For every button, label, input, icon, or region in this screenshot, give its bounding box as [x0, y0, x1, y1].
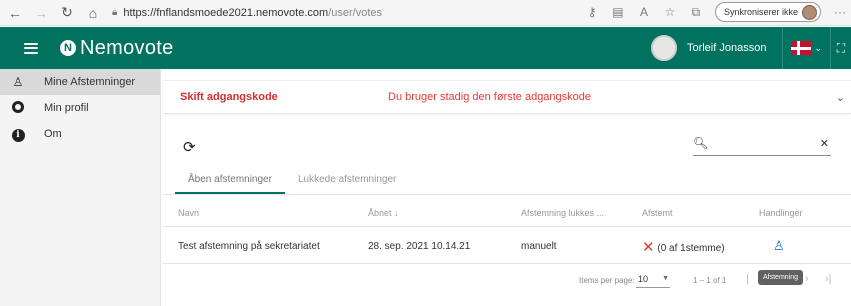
page-range: 1 – 1 of 1	[693, 276, 727, 285]
sidebar-item-mine-afstemninger[interactable]: ♙ Mine Afstemninger	[0, 69, 160, 95]
back-icon[interactable]: ←	[4, 2, 26, 24]
reload-icon[interactable]: ↻	[56, 2, 78, 24]
last-page-icon[interactable]: ›|	[825, 273, 832, 285]
home-icon[interactable]: ⌂	[82, 2, 104, 24]
tab-closed-votes[interactable]: Lukkede afstemninger	[285, 168, 409, 194]
address-bar[interactable]: https://fnflandsmoede2021.nemovote.com/u…	[123, 7, 382, 19]
vote-name: Test afstemning på sekretariatet	[178, 241, 320, 252]
vote-closes: manuelt	[521, 241, 557, 252]
column-header-name[interactable]: Navn	[178, 208, 199, 218]
sort-arrow-icon: ↓	[394, 208, 399, 218]
items-per-page-select[interactable]: 10 ▼	[636, 272, 670, 288]
vote-tabs: Åben afstemninger Lukkede afstemninger	[175, 168, 409, 194]
reader-view-icon[interactable]: ▤	[611, 5, 625, 19]
chevron-down-icon[interactable]: ⌄	[836, 91, 845, 104]
vote-action-icon[interactable]: ♙	[773, 238, 785, 254]
language-selector[interactable]: ⌄	[782, 27, 831, 69]
votes-card: ⟳ 🔍︎ ✕ Åben afstemninger Lukkede afstemn…	[163, 122, 851, 306]
logo-badge: N	[60, 40, 76, 56]
close-icon[interactable]: ✕	[820, 137, 829, 150]
sidebar-item-label: Min profil	[44, 102, 89, 114]
danish-flag-icon	[791, 41, 812, 55]
table-row[interactable]: Test afstemning på sekretariatet 28. sep…	[163, 228, 851, 264]
column-header-actions: Handlinger	[759, 208, 803, 218]
collections-icon[interactable]: ⧉	[689, 5, 703, 20]
user-name[interactable]: Torleif Jonasson	[687, 42, 767, 54]
forward-icon[interactable]: →	[30, 2, 52, 24]
vote-opened: 28. sep. 2021 10.14.21	[368, 241, 471, 252]
key-icon[interactable]: ⚷	[585, 5, 599, 19]
browser-profile-avatar	[802, 4, 817, 20]
sidebar: ♙ Mine Afstemninger Min profil i Om	[0, 69, 161, 306]
chevron-down-icon: ⌄	[814, 42, 822, 53]
read-aloud-icon[interactable]: A	[637, 5, 651, 19]
table-header: Navn Åbnet ↓ Afstemning lukkes ... Afste…	[163, 195, 851, 227]
dropdown-arrow-icon: ▼	[662, 275, 669, 282]
search-input[interactable]	[715, 136, 805, 152]
search-icon: 🔍︎	[693, 136, 709, 150]
sidebar-item-label: Mine Afstemninger	[44, 76, 136, 88]
vote-status-text: (0 af 1stemme)	[657, 243, 725, 254]
tab-open-votes[interactable]: Åben afstemninger	[175, 168, 285, 194]
not-voted-icon: ✕	[642, 239, 655, 256]
banner-title: Skift adgangskode	[180, 91, 278, 103]
more-icon[interactable]: ···	[833, 5, 847, 19]
info-icon: i	[11, 126, 25, 142]
column-header-opened[interactable]: Åbnet ↓	[368, 208, 399, 218]
url-path: /user/votes	[328, 6, 382, 19]
profile-icon	[11, 100, 25, 116]
paginator: Items per page: 10 ▼ 1 – 1 of 1 | Afstem…	[163, 264, 851, 298]
vote-user-icon: ♙	[12, 75, 24, 89]
favorites-icon[interactable]: ☆	[663, 5, 677, 19]
banner-message: Du bruger stadig den første adgangskode	[388, 91, 592, 103]
items-per-page-value: 10	[638, 274, 649, 284]
menu-icon[interactable]	[24, 42, 38, 54]
refresh-icon[interactable]: ⟳	[183, 138, 196, 156]
tooltip: Afstemning	[758, 270, 804, 285]
column-header-closes[interactable]: Afstemning lukkes ...	[521, 208, 604, 218]
sidebar-item-om[interactable]: i Om	[0, 121, 160, 147]
user-avatar[interactable]	[650, 35, 677, 61]
sync-label: Synkroniserer ikke	[723, 7, 798, 17]
sync-profile-button[interactable]: Synkroniserer ikke	[714, 2, 821, 22]
previous-page-icon[interactable]: |	[746, 273, 749, 285]
sidebar-item-label: Om	[44, 128, 62, 140]
search-field[interactable]: 🔍︎ ✕	[693, 134, 831, 156]
vote-status: ✕ (0 af 1stemme)	[642, 237, 725, 256]
sidebar-item-min-profil[interactable]: Min profil	[0, 95, 160, 121]
app-header: N Nemovote Torleif Jonasson ⌄ ⛶	[0, 27, 851, 69]
browser-toolbar: ← → ↻ ⌂ 🔒︎ https://fnflandsmoede2021.nem…	[0, 0, 851, 26]
column-header-voted[interactable]: Afstemt	[642, 208, 673, 218]
logo[interactable]: N Nemovote	[60, 37, 174, 60]
logo-text: Nemovote	[80, 36, 174, 59]
lock-icon: 🔒︎	[112, 7, 118, 18]
url-host: https://fnflandsmoede2021.nemovote.com	[123, 6, 329, 19]
column-header-opened-label: Åbnet	[368, 208, 392, 218]
fullscreen-icon[interactable]: ⛶	[831, 41, 851, 56]
next-page-icon[interactable]: ›	[805, 273, 809, 285]
items-per-page-label: Items per page:	[579, 276, 635, 285]
change-password-banner[interactable]: Skift adgangskode Du bruger stadig den f…	[163, 80, 851, 114]
